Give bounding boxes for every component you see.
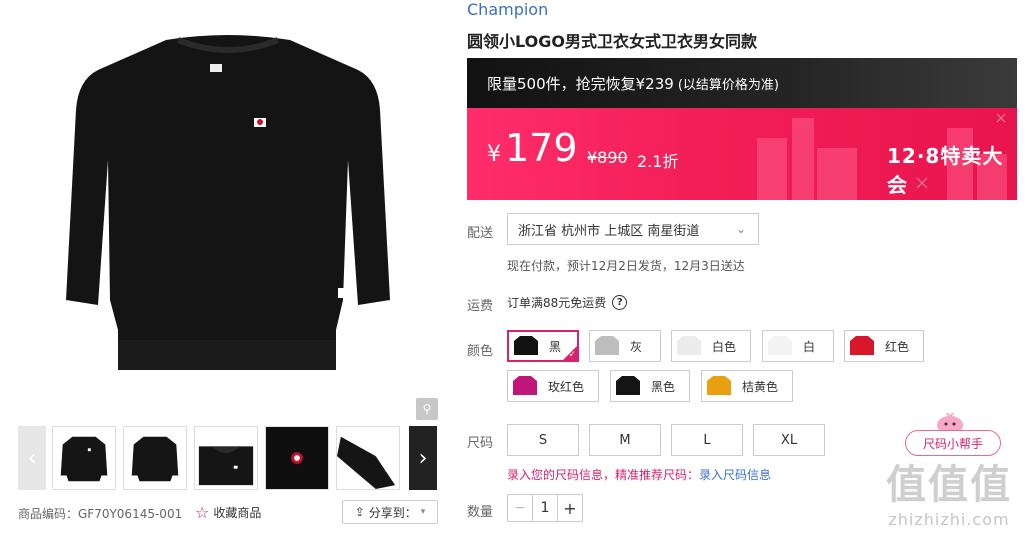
- color-option-gray[interactable]: 灰: [589, 330, 661, 362]
- color-option-label: 玫红色: [548, 379, 585, 394]
- check-icon: ✓: [568, 350, 576, 360]
- color-option-white-2[interactable]: 白: [762, 330, 834, 362]
- share-icon: ⇪: [354, 505, 365, 519]
- size-option-l[interactable]: L: [671, 424, 743, 456]
- size-info-text: 录入您的尺码信息，精准推荐尺码：: [507, 468, 700, 482]
- caret-down-icon: ▾: [420, 507, 426, 517]
- size-option-m[interactable]: M: [589, 424, 661, 456]
- thumbnail-5[interactable]: [336, 426, 400, 490]
- color-swatch: [707, 376, 731, 395]
- color-option-label: 灰: [630, 339, 643, 354]
- color-swatch: [514, 336, 538, 355]
- size-helper-widget[interactable]: 尺码小帮手: [905, 410, 1001, 458]
- favorite-button[interactable]: ☆ 收藏商品: [195, 503, 261, 522]
- color-label: 颜色: [467, 344, 494, 359]
- share-label: 分享到：: [368, 505, 417, 520]
- price-box: ¥ 179 ¥890 2.1折 12·8特卖大会: [467, 108, 1017, 200]
- color-option-rose-red[interactable]: 玫红色: [507, 370, 599, 402]
- thumbnail-4[interactable]: [265, 426, 329, 490]
- price-currency: ¥: [487, 142, 501, 167]
- help-icon[interactable]: ?: [612, 295, 628, 310]
- color-option-label: 白: [803, 339, 816, 354]
- shipping-estimate: 现在付款，预计12月2日发货，12月3日送达: [507, 259, 745, 273]
- thumbnail-1[interactable]: [52, 426, 116, 490]
- zoom-icon[interactable]: ⚲: [416, 398, 438, 420]
- main-product-image[interactable]: [18, 0, 438, 420]
- chevron-down-icon: ⌄: [735, 222, 746, 236]
- color-option-orange[interactable]: 桔黄色: [701, 370, 793, 402]
- size-option-s[interactable]: S: [507, 424, 579, 456]
- product-title: 圆领小LOGO男式卫衣女式卫衣男女同款: [467, 32, 757, 51]
- color-swatch: [677, 336, 701, 355]
- freight-text: 订单满88元免运费: [507, 296, 607, 310]
- current-price: 179: [505, 126, 578, 170]
- color-option-black-2[interactable]: 黑色: [610, 370, 690, 402]
- original-price: ¥890: [587, 148, 628, 167]
- size-info: 录入您的尺码信息，精准推荐尺码：录入尺码信息: [507, 466, 771, 483]
- size-label: 尺码: [467, 436, 494, 451]
- freight-label: 运费: [467, 299, 494, 314]
- share-button[interactable]: ⇪ 分享到： ▾: [342, 500, 438, 524]
- color-option-black[interactable]: 黑 ✓: [507, 330, 579, 362]
- color-option-white[interactable]: 白色: [671, 330, 751, 362]
- color-option-label: 红色: [885, 339, 910, 354]
- color-option-label: 桔黄色: [742, 379, 779, 394]
- promo-banner: 限量500件，抢完恢复¥239 (以结算价格为准): [467, 58, 1017, 108]
- size-option-xl[interactable]: XL: [753, 424, 825, 456]
- watermark: 值值值 zhizhizhi.com: [874, 452, 1024, 529]
- favorite-label: 收藏商品: [213, 506, 262, 520]
- quantity-increment-button[interactable]: +: [557, 495, 582, 521]
- watermark-site: zhizhizhi.com: [888, 510, 1010, 529]
- thumb-next-button[interactable]: ›: [409, 426, 437, 490]
- chevron-right-icon: ›: [418, 445, 428, 471]
- quantity-input[interactable]: 1: [533, 495, 557, 521]
- color-option-label: 黑: [549, 339, 562, 354]
- color-swatch: [768, 336, 792, 355]
- quantity-label: 数量: [467, 505, 494, 520]
- promo-headline: 限量500件，抢完恢复¥239: [487, 74, 674, 93]
- product-page: ⚲ ‹ › 商品编码：GF70Y06145-001 ☆ 收藏商品 ⇪ 分享到： …: [0, 0, 1031, 534]
- quantity-decrement-button[interactable]: −: [508, 495, 533, 521]
- address-value: 浙江省 杭州市 上城区 南星街道: [518, 223, 700, 239]
- thumbnail-strip: ‹ ›: [18, 426, 438, 490]
- color-swatch: [513, 376, 537, 395]
- color-option-red[interactable]: 红色: [844, 330, 924, 362]
- chevron-left-icon: ‹: [27, 445, 37, 471]
- watermark-logo: 值值值: [886, 462, 1012, 508]
- star-icon: ☆: [195, 503, 210, 522]
- delivery-label: 配送: [467, 226, 494, 241]
- thumbnail-3[interactable]: [194, 426, 258, 490]
- promo-note: (以结算价格为准): [677, 77, 779, 93]
- sku-code: 商品编码：GF70Y06145-001: [18, 507, 183, 521]
- quantity-stepper: − 1 +: [507, 494, 583, 522]
- color-swatch: [850, 336, 874, 355]
- size-info-link[interactable]: 录入尺码信息: [699, 468, 771, 482]
- color-swatch: [616, 376, 640, 395]
- event-title: 12·8特卖大会: [887, 144, 1004, 197]
- address-select[interactable]: 浙江省 杭州市 上城区 南星街道 ⌄: [507, 213, 759, 245]
- color-swatch: [595, 336, 619, 355]
- color-option-label: 黑色: [651, 379, 676, 394]
- freight-info: 订单满88元免运费 ?: [507, 294, 628, 311]
- discount-rate: 2.1折: [637, 152, 679, 171]
- brand-link[interactable]: Champion: [467, 0, 548, 19]
- color-option-label: 白色: [712, 339, 737, 354]
- thumbnail-2[interactable]: [123, 426, 187, 490]
- thumb-prev-button[interactable]: ‹: [18, 426, 46, 490]
